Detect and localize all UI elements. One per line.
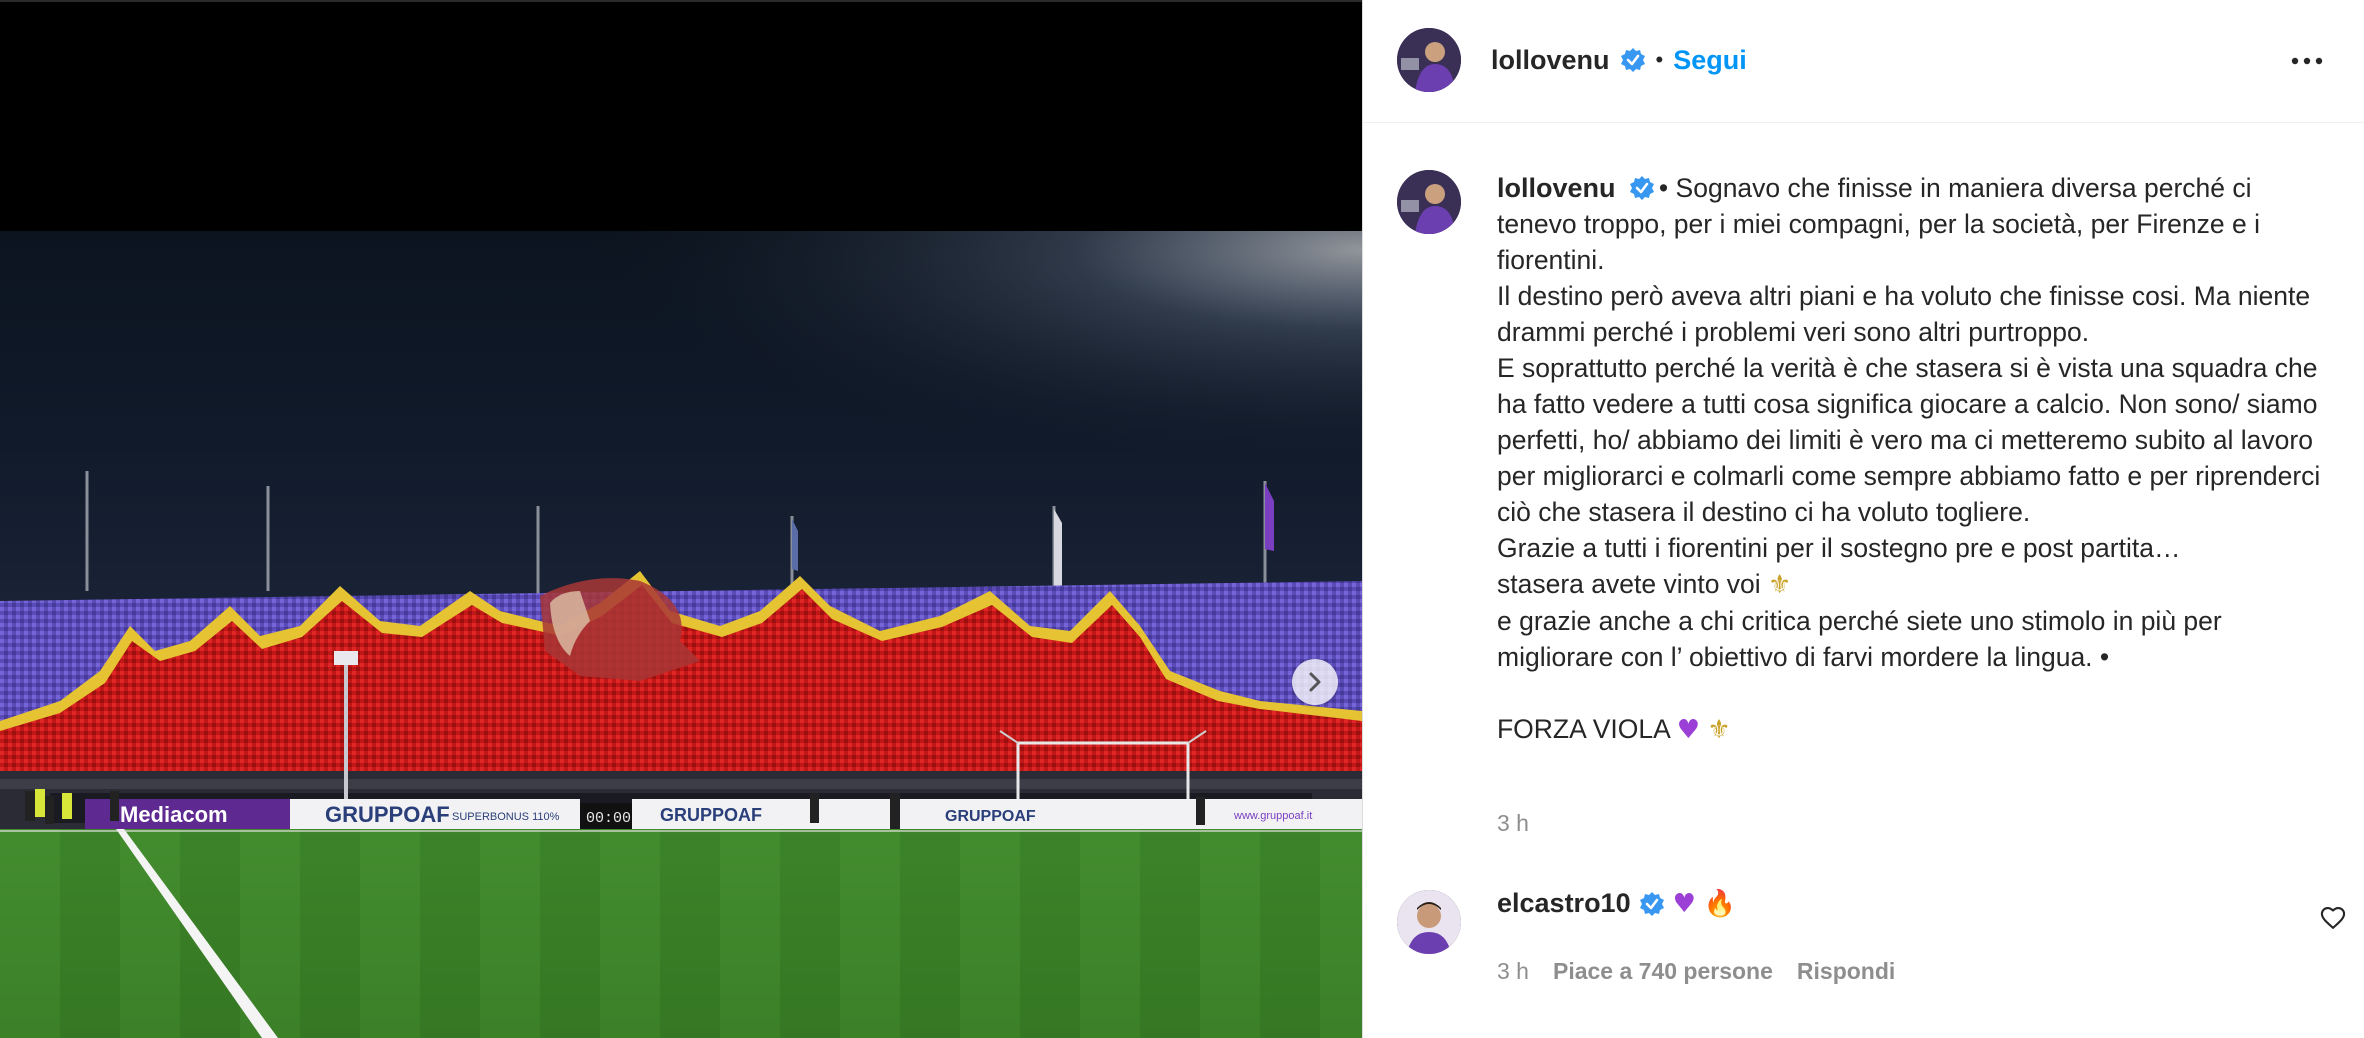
fleur-de-lis-icon: ⚜: [1707, 715, 1731, 745]
verified-badge-icon: [1620, 48, 1645, 72]
caption-avatar[interactable]: [1397, 170, 1461, 234]
comment-avatar[interactable]: [1397, 890, 1461, 954]
verified-badge-icon: [1639, 891, 1664, 916]
post-header: lollovenu • Segui: [1363, 0, 2364, 123]
caption-author[interactable]: lollovenu: [1497, 173, 1616, 203]
caption-paragraph-7: FORZA VIOLA ♥ ⚜: [1497, 711, 2333, 748]
comment-like-button[interactable]: [2319, 904, 2347, 932]
stadium-photo: Mediacom GRUPPOAF SUPERBONUS 110% 00:00 …: [0, 231, 1362, 1038]
ad-board-mediacom: Mediacom: [120, 802, 228, 827]
fire-icon: 🔥: [1703, 888, 1737, 919]
author-avatar[interactable]: [1397, 28, 1461, 92]
caption-timestamp[interactable]: 3 h: [1497, 810, 1529, 837]
post-media: Mediacom GRUPPOAF SUPERBONUS 110% 00:00 …: [0, 0, 1362, 1038]
ad-board-gruppoaf: GRUPPOAF: [325, 802, 450, 827]
header-row: lollovenu • Segui: [1491, 42, 1747, 78]
verified-badge-icon: [1629, 176, 1654, 200]
scoreboard-clock: 00:00: [586, 810, 631, 827]
caption-line-2: Il destino però aveva altri piani e ha v…: [1497, 281, 2311, 347]
ad-board-gruppoaf-2: GRUPPOAF: [660, 805, 762, 825]
next-photo-button[interactable]: [1292, 659, 1338, 705]
comment-timestamp[interactable]: 3 h: [1497, 958, 1529, 985]
media-top-edge: [0, 0, 1362, 2]
instagram-post-view: Mediacom GRUPPOAF SUPERBONUS 110% 00:00 …: [0, 0, 2364, 1038]
heart-outline-icon: [2320, 907, 2346, 929]
comment-body: elcastro10 ♥ 🔥: [1497, 888, 1736, 919]
fleur-de-lis-icon: ⚜: [1768, 570, 1792, 600]
more-options-button[interactable]: [2287, 46, 2327, 76]
author-username[interactable]: lollovenu: [1491, 45, 1610, 76]
caption-line-7: FORZA VIOLA: [1497, 714, 1670, 744]
comment-likes[interactable]: Piace a 740 persone: [1553, 958, 1773, 985]
caption-line-5: stasera avete vinto voi: [1497, 569, 1761, 599]
comment-author[interactable]: elcastro10: [1497, 888, 1631, 919]
ad-board-gruppoaf-3: GRUPPOAF: [945, 808, 1036, 825]
caption-line-3: E soprattutto perché la verità è che sta…: [1497, 353, 2321, 527]
ad-board-superbonus: SUPERBONUS 110%: [452, 811, 560, 823]
post-caption: lollovenu • Sognavo che finisse in manie…: [1497, 170, 2333, 748]
caption-paragraph-5: stasera avete vinto voi ⚜: [1497, 566, 2333, 603]
caption-separator: •: [1658, 173, 1669, 203]
caption-line-6: e grazie anche a chi critica perché siet…: [1497, 606, 2222, 672]
purple-heart-icon: ♥: [1672, 888, 1696, 919]
chevron-right-icon: [1309, 672, 1321, 692]
post-sidebar: lollovenu • Segui lollovenu • Sognavo ch…: [1362, 0, 2364, 1038]
header-separator: •: [1655, 47, 1664, 72]
caption-paragraph-1: lollovenu • Sognavo che finisse in manie…: [1497, 170, 2333, 278]
more-dots-icon: [2291, 57, 2323, 65]
reply-button[interactable]: Rispondi: [1797, 958, 1895, 985]
ad-board-website: www.gruppoaf.it: [1233, 810, 1312, 822]
purple-heart-icon: ♥: [1676, 715, 1700, 745]
comment-meta: 3 h Piace a 740 persone Rispondi: [1497, 958, 1895, 985]
follow-button[interactable]: Segui: [1673, 45, 1747, 76]
caption-line-4: Grazie a tutti i fiorentini per il soste…: [1497, 533, 2181, 563]
